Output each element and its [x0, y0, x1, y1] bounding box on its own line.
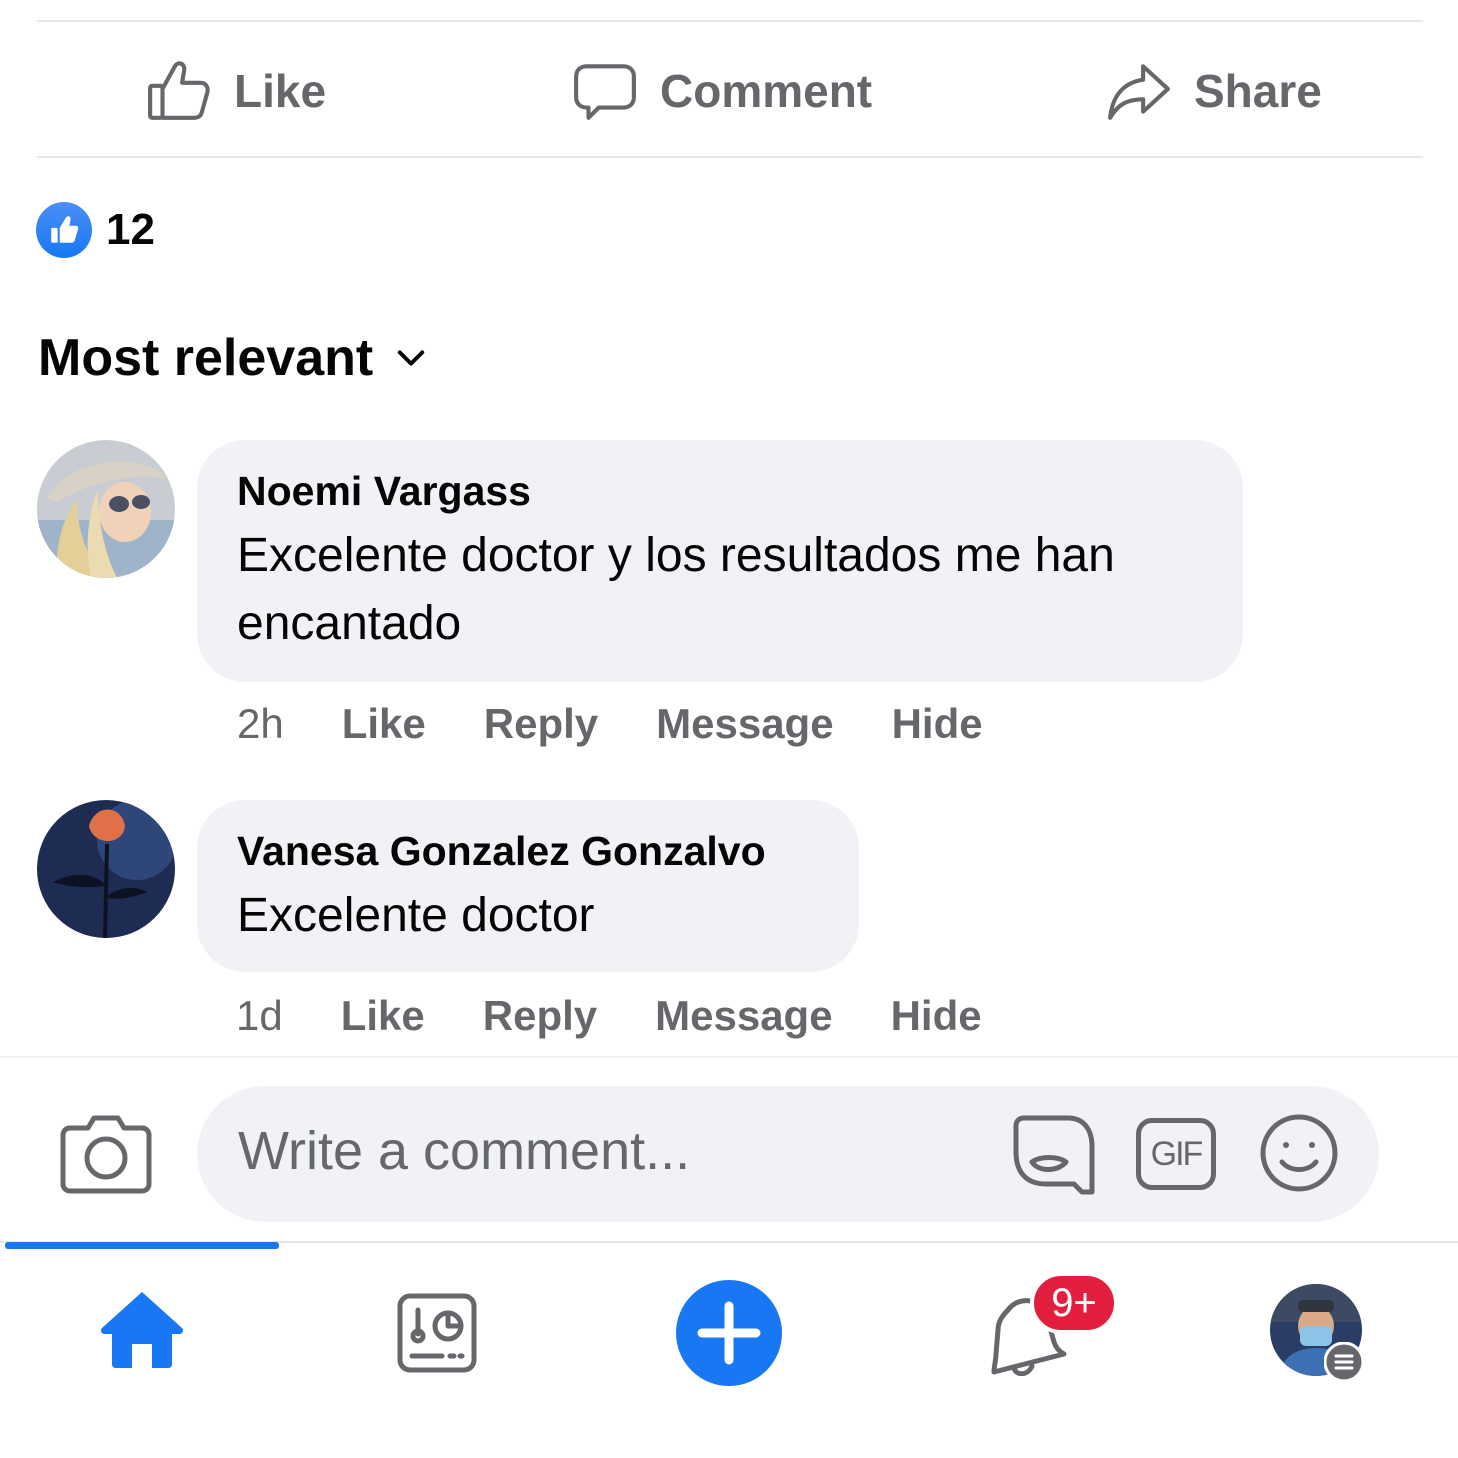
like-button[interactable]: Like [146, 55, 326, 127]
comment-reply-button[interactable]: Reply [483, 992, 597, 1040]
comment-text: Excelente doctor y los resultados me han… [237, 529, 1115, 650]
comment-actions: 2h Like Reply Message Hide [237, 700, 1041, 748]
share-button[interactable]: Share [1106, 55, 1322, 127]
comment-message-button[interactable]: Message [655, 992, 832, 1040]
comment-message-button[interactable]: Message [656, 700, 833, 748]
commenter-avatar[interactable] [37, 800, 175, 938]
comment-bubble: Noemi Vargass Excelente doctor y los res… [197, 440, 1243, 682]
comment-reply-button[interactable]: Reply [484, 700, 598, 748]
like-reaction-icon [36, 202, 92, 258]
comment-label: Comment [660, 65, 873, 117]
chevron-down-icon [398, 350, 425, 366]
gif-label: GIF [1150, 1134, 1204, 1173]
comment-sort-dropdown[interactable]: Most relevant [38, 328, 429, 388]
share-icon [1108, 64, 1170, 120]
comment-input-placeholder[interactable]: Write a comment... [238, 1120, 690, 1182]
profile-menu-avatar[interactable] [1268, 1282, 1366, 1382]
comment-like-button[interactable]: Like [342, 700, 426, 748]
avatar-sticker-icon[interactable] [1010, 1112, 1096, 1198]
dashboard-icon[interactable] [396, 1292, 478, 1374]
comment-hide-button[interactable]: Hide [891, 992, 982, 1040]
nav-active-indicator [5, 1242, 279, 1249]
comment-text: Excelente doctor [237, 889, 595, 942]
comment-author[interactable]: Vanesa Gonzalez Gonzalvo [237, 826, 819, 876]
reaction-count: 12 [106, 205, 155, 254]
reactions-summary[interactable]: 12 [36, 202, 155, 258]
comment-hide-button[interactable]: Hide [892, 700, 983, 748]
thumbs-up-icon [148, 61, 210, 120]
comment-actions: 1d Like Reply Message Hide [236, 992, 1040, 1040]
camera-icon[interactable] [60, 1110, 152, 1194]
create-post-icon[interactable] [676, 1280, 782, 1386]
commenter-avatar[interactable] [37, 440, 175, 578]
comment-like-button[interactable]: Like [341, 992, 425, 1040]
menu-icon[interactable] [1324, 1342, 1364, 1382]
notifications-badge: 9+ [1030, 1272, 1118, 1334]
like-label: Like [234, 65, 327, 117]
comment-time: 1d [236, 992, 283, 1039]
comment-time: 2h [237, 700, 284, 747]
comment-button[interactable]: Comment [572, 55, 872, 127]
comment-author[interactable]: Noemi Vargass [237, 466, 1203, 516]
action-divider [37, 156, 1423, 158]
gif-button[interactable]: GIF [1136, 1118, 1216, 1190]
home-icon[interactable] [98, 1288, 186, 1370]
comment-icon [574, 64, 636, 120]
comment-bubble: Vanesa Gonzalez Gonzalvo Excelente docto… [197, 800, 859, 972]
emoji-icon[interactable] [1258, 1112, 1340, 1194]
share-label: Share [1194, 65, 1322, 117]
top-divider [37, 20, 1423, 22]
sort-label: Most relevant [38, 329, 374, 387]
